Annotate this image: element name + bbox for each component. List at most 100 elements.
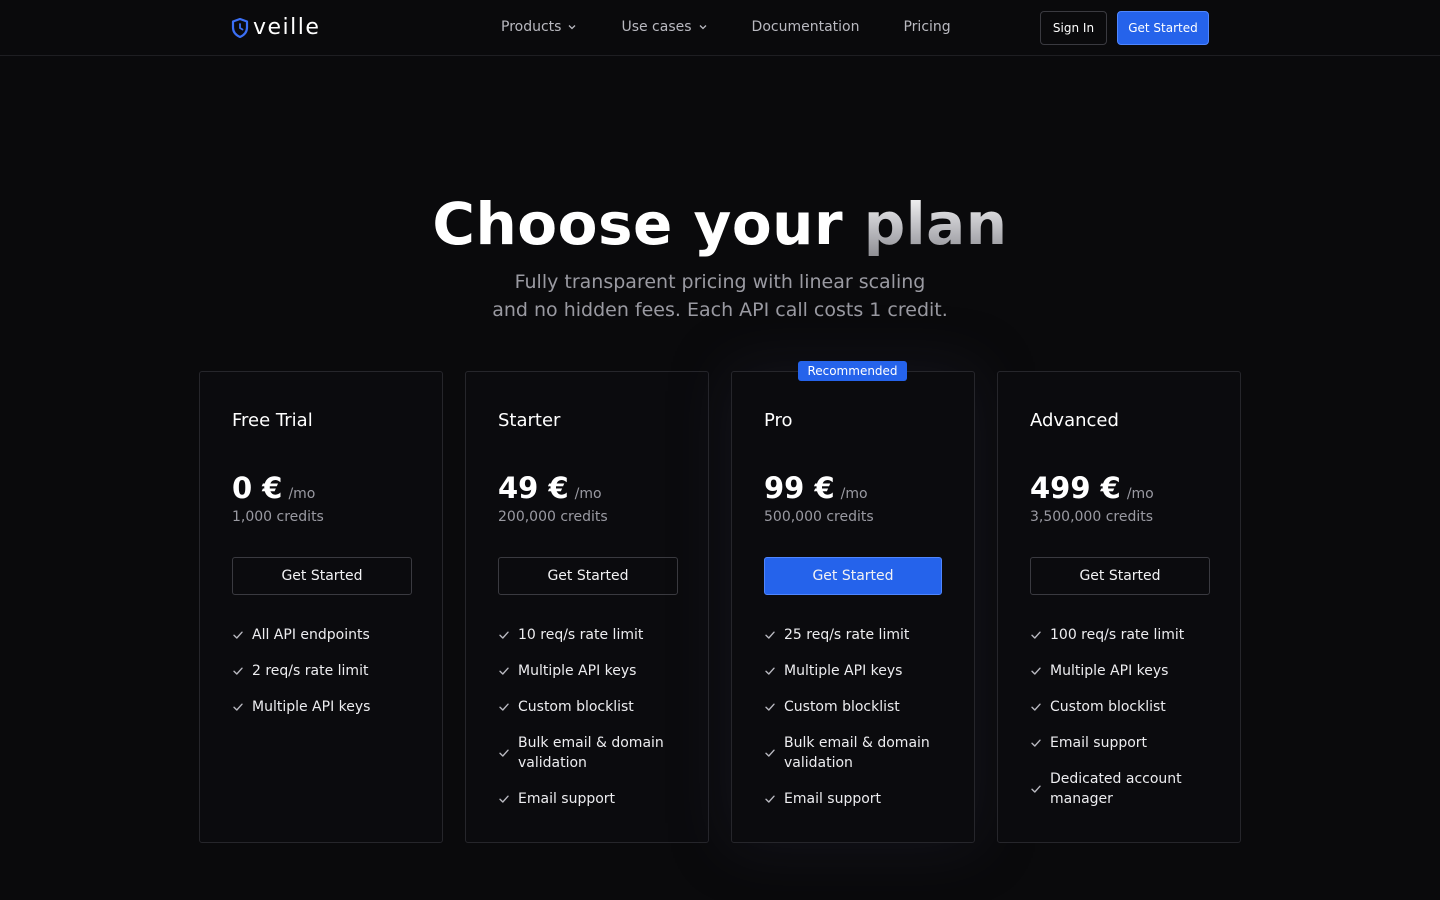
recommended-badge: Recommended (798, 361, 907, 381)
plan-get-started-button[interactable]: Get Started (1030, 557, 1210, 595)
check-icon (765, 749, 775, 757)
plan-credits: 500,000 credits (764, 509, 874, 525)
feature-item: Bulk email & domain validation (764, 733, 942, 773)
check-icon (1031, 631, 1041, 639)
nav-documentation[interactable]: Documentation (752, 17, 860, 37)
nav-use-cases[interactable]: Use cases (621, 17, 707, 37)
header-get-started-button[interactable]: Get Started (1117, 11, 1209, 45)
feature-item: Email support (498, 789, 676, 809)
feature-item: 10 req/s rate limit (498, 625, 676, 645)
price-row: 49 € /mo (498, 470, 676, 506)
feature-label: 100 req/s rate limit (1050, 627, 1185, 643)
plan-get-started-button[interactable]: Get Started (232, 557, 412, 595)
nav-pricing[interactable]: Pricing (903, 17, 950, 37)
plan-name: Advanced (1030, 410, 1119, 431)
feature-label: 10 req/s rate limit (518, 627, 644, 643)
feature-list: 100 req/s rate limit Multiple API keys C… (1030, 625, 1208, 809)
plan-price: 499 € (1030, 471, 1121, 505)
feature-item: All API endpoints (232, 625, 410, 645)
subtitle-line: Fully transparent pricing with linear sc… (514, 271, 926, 293)
check-icon (765, 631, 775, 639)
feature-list: All API endpoints 2 req/s rate limit Mul… (232, 625, 410, 717)
brand-logo[interactable]: veille (231, 15, 320, 41)
chevron-down-icon (699, 25, 707, 30)
feature-label: Multiple API keys (518, 663, 637, 679)
price-row: 499 € /mo (1030, 470, 1208, 506)
feature-label: Custom blocklist (518, 699, 634, 715)
check-icon (499, 795, 509, 803)
check-icon (233, 667, 243, 675)
price-period: /mo (1126, 486, 1154, 502)
feature-item: Bulk email & domain validation (498, 733, 676, 773)
top-navbar: veille Products Use cases Documentation … (0, 0, 1440, 56)
feature-label: Multiple API keys (1050, 663, 1169, 679)
plan-name: Starter (498, 410, 561, 431)
nav-label: Pricing (903, 19, 951, 35)
feature-item: 100 req/s rate limit (1030, 625, 1208, 645)
plan-get-started-button[interactable]: Get Started (498, 557, 678, 595)
plan-credits: 1,000 credits (232, 509, 324, 525)
feature-label: Custom blocklist (784, 699, 900, 715)
feature-label: Multiple API keys (252, 699, 371, 715)
nav-label: Use cases (621, 19, 692, 35)
check-icon (499, 631, 509, 639)
sign-in-button[interactable]: Sign In (1040, 11, 1107, 45)
check-icon (499, 749, 509, 757)
feature-label: Email support (1050, 735, 1148, 751)
feature-item: Dedicated account manager (1030, 769, 1208, 809)
feature-label: 25 req/s rate limit (784, 627, 910, 643)
plan-name: Free Trial (232, 410, 313, 431)
feature-label: All API endpoints (252, 627, 370, 643)
check-icon (233, 631, 243, 639)
title-accent: plan (863, 190, 1008, 258)
feature-item: 2 req/s rate limit (232, 661, 410, 681)
brand-name: veille (253, 15, 321, 40)
feature-label: 2 req/s rate limit (252, 663, 369, 679)
price-row: 99 € /mo (764, 470, 942, 506)
plan-price: 0 € (232, 471, 283, 505)
feature-item: Custom blocklist (764, 697, 942, 717)
feature-item: Multiple API keys (232, 697, 410, 717)
feature-item: Multiple API keys (764, 661, 942, 681)
feature-list: 10 req/s rate limit Multiple API keys Cu… (498, 625, 676, 809)
pricing-card-starter: Starter 49 € /mo 200,000 credits Get Star… (465, 371, 709, 843)
check-icon (765, 795, 775, 803)
price-period: /mo (840, 486, 868, 502)
feature-item: Custom blocklist (498, 697, 676, 717)
pricing-card-advanced: Advanced 499 € /mo 3,500,000 credits Get … (997, 371, 1241, 843)
price-period: /mo (574, 486, 602, 502)
main-nav: Products Use cases Documentation Pricing (501, 17, 951, 37)
plan-get-started-button[interactable]: Get Started (764, 557, 942, 595)
feature-label: Dedicated account manager (1050, 771, 1182, 807)
pricing-cards: Free Trial 0 € /mo 1,000 credits Get Star… (199, 361, 1241, 843)
page-title: Choose your plan (0, 188, 1440, 260)
feature-label: Email support (518, 791, 616, 807)
pricing-card-free-trial: Free Trial 0 € /mo 1,000 credits Get Star… (199, 371, 443, 843)
chevron-down-icon (568, 25, 576, 30)
plan-name: Pro (764, 410, 793, 431)
page-subtitle: Fully transparent pricing with linear sc… (0, 268, 1440, 324)
feature-item: Multiple API keys (1030, 661, 1208, 681)
pricing-card-pro: Recommended Pro 99 € /mo 500,000 credits G… (731, 361, 975, 843)
feature-item: Email support (764, 789, 942, 809)
feature-label: Bulk email & domain validation (518, 735, 664, 771)
title-main: Choose your (432, 190, 844, 258)
plan-credits: 200,000 credits (498, 509, 608, 525)
check-icon (1031, 785, 1041, 793)
check-icon (1031, 739, 1041, 747)
plan-price: 49 € (498, 471, 569, 505)
check-icon (233, 703, 243, 711)
check-icon (499, 667, 509, 675)
feature-label: Custom blocklist (1050, 699, 1166, 715)
feature-list: 25 req/s rate limit Multiple API keys Cu… (764, 625, 942, 809)
feature-item: Custom blocklist (1030, 697, 1208, 717)
subtitle-line: and no hidden fees. Each API call costs … (492, 299, 948, 321)
feature-item: 25 req/s rate limit (764, 625, 942, 645)
nav-products[interactable]: Products (501, 17, 577, 37)
price-row: 0 € /mo (232, 470, 410, 506)
check-icon (765, 667, 775, 675)
check-icon (499, 703, 509, 711)
plan-credits: 3,500,000 credits (1030, 509, 1154, 525)
feature-label: Bulk email & domain validation (784, 735, 930, 771)
feature-item: Multiple API keys (498, 661, 676, 681)
